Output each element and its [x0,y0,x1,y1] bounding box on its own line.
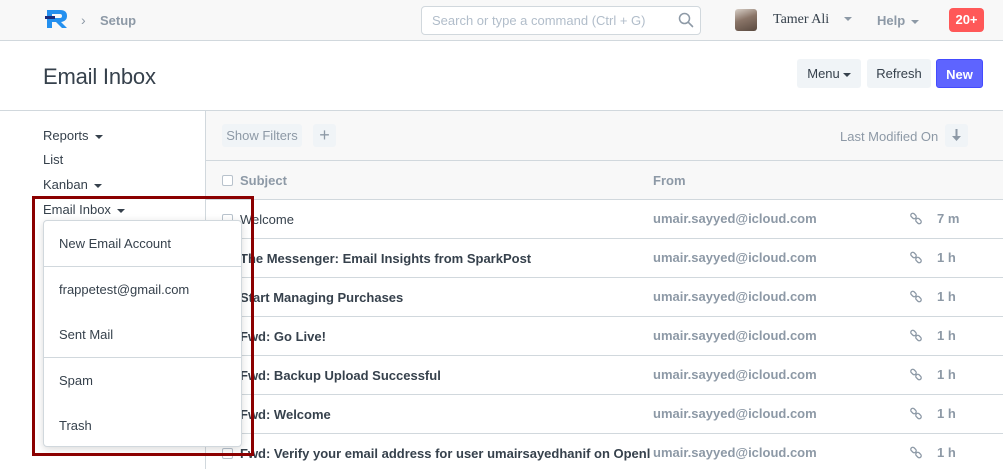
menu-caret-icon [842,72,851,77]
page-head: Email Inbox Menu Refresh New [0,41,1003,111]
sidebar-item-reports[interactable]: Reports [43,128,103,143]
sidebar-item-label: Email Inbox [43,202,111,217]
link-icon[interactable] [909,251,923,265]
notification-badge[interactable]: 20+ [949,8,984,32]
link-icon[interactable] [909,368,923,382]
column-header-subject[interactable]: Subject [240,173,287,188]
row-subject[interactable]: Start Managing Purchases [240,290,403,305]
table-row[interactable]: The Messenger: Email Insights from Spark… [206,239,1003,278]
link-icon[interactable] [909,329,923,343]
breadcrumb-chevron-icon: › [81,12,86,28]
chevron-down-icon [93,183,102,188]
link-icon[interactable] [909,212,923,226]
table-row[interactable]: Fwd: Verify your email address for user … [206,434,1003,469]
dropdown-item-account[interactable]: frappetest@gmail.com [59,282,189,297]
search-box[interactable] [421,6,701,35]
list-header: Subject From [206,161,1003,200]
row-subject[interactable]: Fwd: Backup Upload Successful [240,368,441,383]
select-all-checkbox[interactable] [222,175,233,186]
user-name[interactable]: Tamer Ali [773,12,829,28]
row-checkbox[interactable] [222,448,233,459]
menu-button[interactable]: Menu [797,59,861,88]
breadcrumb-setup[interactable]: Setup [100,13,136,28]
row-subject[interactable]: Fwd: Go Live! [240,329,326,344]
help-label: Help [877,13,906,28]
navbar: › Setup Tamer Ali Help 20+ [0,0,1003,41]
avatar[interactable] [735,9,757,31]
row-modified-time: 1 h [937,328,956,343]
row-modified-time: 1 h [937,445,956,460]
row-modified-time: 1 h [937,367,956,382]
table-row[interactable]: Fwd: Backup Upload Successful umair.sayye… [206,356,1003,395]
row-modified-time: 1 h [937,289,956,304]
row-modified-time: 1 h [937,250,956,265]
help-menu[interactable]: Help [877,13,920,28]
row-from: umair.sayyed@icloud.com [653,289,817,304]
row-modified-time: 7 m [937,211,960,226]
user-menu-caret-icon[interactable] [844,17,852,21]
app-logo-icon[interactable] [45,8,71,30]
row-subject[interactable]: Welcome [240,212,294,227]
link-icon[interactable] [909,446,923,460]
row-subject[interactable]: Fwd: Welcome [240,407,331,422]
row-from: umair.sayyed@icloud.com [653,328,817,343]
row-subject[interactable]: Fwd: Verify your email address for user … [240,446,650,461]
help-caret-icon [911,19,920,24]
email-inbox-dropdown: New Email Account frappetest@gmail.com S… [43,220,242,447]
link-icon[interactable] [909,407,923,421]
table-row[interactable]: Welcome umair.sayyed@icloud.com 7 m [206,200,1003,239]
refresh-button[interactable]: Refresh [867,59,931,88]
page-title: Email Inbox [43,64,156,89]
row-from: umair.sayyed@icloud.com [653,367,817,382]
menu-button-label: Menu [807,66,840,81]
table-row[interactable]: Fwd: Welcome umair.sayyed@icloud.com 1 h [206,395,1003,434]
add-filter-button[interactable]: + [313,124,336,147]
row-modified-time: 1 h [937,406,956,421]
dropdown-item-trash[interactable]: Trash [59,418,92,433]
dropdown-divider [44,357,241,358]
sort-descending-icon [952,129,961,141]
sidebar-item-list[interactable]: List [43,152,63,167]
row-from: umair.sayyed@icloud.com [653,211,817,226]
table-row[interactable]: Fwd: Go Live! umair.sayyed@icloud.com 1 h [206,317,1003,356]
search-icon[interactable] [678,12,694,28]
list-panel: Show Filters + Last Modified On Subject … [205,111,1003,469]
filter-bar: Show Filters + Last Modified On [206,111,1003,161]
search-input[interactable] [422,7,662,34]
link-icon[interactable] [909,290,923,304]
sidebar-item-kanban[interactable]: Kanban [43,177,102,192]
new-button[interactable]: New [936,59,983,88]
row-from: umair.sayyed@icloud.com [653,406,817,421]
sort-order-button[interactable] [945,124,968,147]
dropdown-divider [44,266,241,267]
row-from: umair.sayyed@icloud.com [653,250,817,265]
dropdown-item-sent-mail[interactable]: Sent Mail [59,327,113,342]
sort-selector[interactable]: Last Modified On [840,129,938,144]
sidebar-item-label: Reports [43,128,89,143]
chevron-down-icon [94,134,103,139]
sidebar-item-email-inbox[interactable]: Email Inbox [43,202,125,217]
chevron-down-icon [116,208,125,213]
row-from: umair.sayyed@icloud.com [653,445,817,460]
show-filters-button[interactable]: Show Filters [222,124,302,147]
table-row[interactable]: Start Managing Purchases umair.sayyed@icl… [206,278,1003,317]
row-subject[interactable]: The Messenger: Email Insights from Spark… [240,251,531,266]
column-header-from[interactable]: From [653,173,686,188]
sidebar-item-label: Kanban [43,177,88,192]
dropdown-item-spam[interactable]: Spam [59,373,93,388]
dropdown-item-new-email-account[interactable]: New Email Account [59,236,171,251]
sidebar-item-label: List [43,152,64,167]
